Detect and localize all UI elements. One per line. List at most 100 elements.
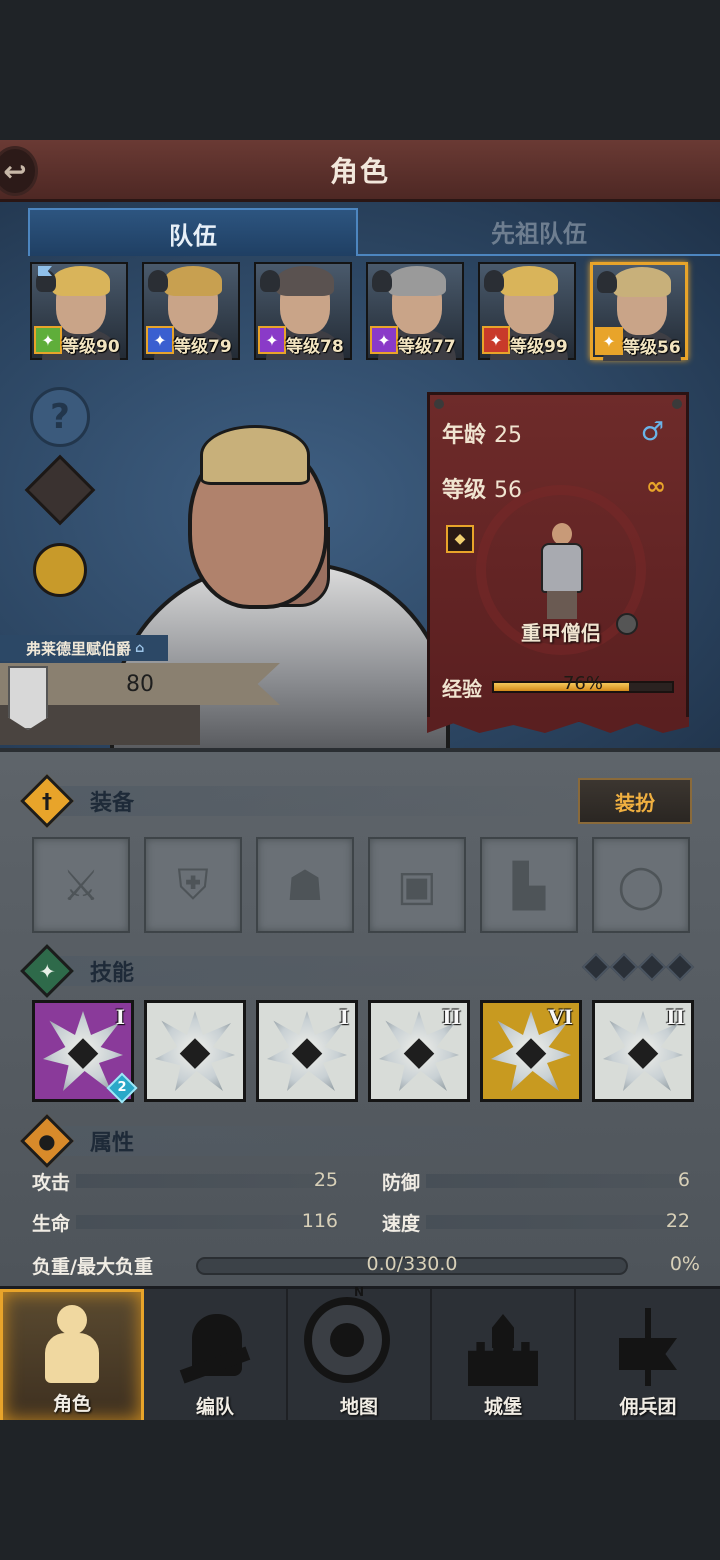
person-icon: ● — [20, 1114, 74, 1168]
member-level: 等级56 — [623, 338, 681, 358]
helmet-team-icon — [179, 1308, 251, 1386]
character-title: 弗莱德里赋伯爵 — [26, 639, 132, 658]
stat-speed: 速度 22 — [382, 1210, 690, 1235]
staff-icon: ✦ — [370, 326, 398, 354]
burst-skill-icon[interactable]: ◆ II — [368, 1000, 470, 1102]
character-name-tag: 弗莱德里赋伯爵 ⌂ — [0, 635, 168, 661]
nav-map[interactable]: N 地图 — [288, 1285, 432, 1423]
shockwave-skill-icon[interactable]: ◆ II — [592, 1000, 694, 1102]
staff-icon: ✦ — [258, 326, 286, 354]
party-member[interactable]: ✦ 等级79 — [142, 262, 240, 360]
character-icon[interactable] — [24, 454, 96, 526]
cross-icon: † — [20, 774, 74, 828]
load-percent: 0% — [669, 1253, 700, 1275]
rank-icon — [260, 270, 280, 292]
skills-header: ✦ 技能 — [20, 944, 135, 998]
class-name: 重甲僧侣 — [521, 621, 601, 645]
details-panel: † 装备 装扮 ⚔ ⛨ ☗ ▣ ▙ ◯ ✦ 技能 ◆ I 2 ◆ ◆ I ◆ II ◆ VI ◆ II… — [0, 748, 720, 1286]
bottom-background — [0, 1420, 720, 1560]
dress-button[interactable]: 装扮 — [578, 778, 692, 824]
armor-slot-icon[interactable]: ▣ — [368, 837, 466, 933]
tab-ancestor-team[interactable]: 先祖队伍 — [358, 208, 720, 256]
load-label: 负重/最大负重 — [32, 1255, 153, 1278]
star-icon: ✦ — [20, 944, 74, 998]
bottom-nav: 角色 编队 N 地图 城堡 佣兵团 — [0, 1285, 720, 1423]
banner-shield-icon — [8, 666, 48, 730]
nav-character[interactable]: 角色 — [0, 1289, 144, 1423]
attributes-title: 属性 — [90, 1131, 135, 1156]
ring-slot-icon[interactable]: ◯ — [592, 837, 690, 933]
rank-icon — [597, 271, 617, 293]
party-member[interactable]: ✦ 等级99 — [478, 262, 576, 360]
tab-team[interactable]: 队伍 — [28, 208, 358, 256]
stat-defense: 防御 6 — [382, 1169, 690, 1194]
exp-label: 经验 — [442, 677, 482, 701]
boots-slot-icon[interactable]: ▙ — [480, 837, 578, 933]
shield-skill-icon[interactable]: ◆ VI — [480, 1000, 582, 1102]
mercenary-banner-icon — [613, 1308, 683, 1386]
skill-rank: I — [339, 1005, 349, 1029]
party-member[interactable]: ✦ 等级78 — [254, 262, 352, 360]
tier-badge: 2 — [106, 1072, 138, 1104]
party-member[interactable]: ✦ 等级56 — [590, 262, 688, 361]
castle-icon — [468, 1308, 538, 1386]
sword-icon: ✦ — [34, 326, 62, 354]
gem-icon — [665, 952, 695, 982]
skill-list: ◆ I 2 ◆ ◆ I ◆ II ◆ VI ◆ II — [32, 1000, 696, 1104]
helmet-slot-icon[interactable]: ☗ — [256, 837, 354, 933]
exp-percent: 76% — [562, 673, 603, 694]
sword-slot-icon[interactable]: ⚔ — [32, 837, 130, 933]
age-row: 年龄 25 — [442, 423, 523, 448]
rank-icon — [372, 270, 392, 292]
stat-attack: 攻击 25 — [32, 1169, 338, 1194]
crystal-heal-skill-icon[interactable]: ◆ — [144, 1000, 246, 1102]
skill-rank: II — [442, 1005, 461, 1029]
back-arrow-icon[interactable]: ↩ — [0, 146, 38, 196]
rank-icon — [148, 270, 168, 292]
character-panel: 队伍 先祖队伍 ✦ 等级90 ✦ 等级79 ✦ 等级78 ✦ 等级77 ✦ 等级99 ✦ 等级56 ?… — [0, 202, 720, 752]
beast-icon: ✦ — [482, 326, 510, 354]
rank-icon — [484, 270, 504, 292]
load-value: 0.0/330.0 — [366, 1253, 458, 1275]
dagger-icon: ✦ — [146, 326, 174, 354]
equipment-slots: ⚔ ⛨ ☗ ▣ ▙ ◯ — [32, 837, 692, 933]
member-level: 等级77 — [398, 337, 456, 357]
stat-hp: 生命 116 — [32, 1210, 338, 1235]
team-tabs: 队伍 先祖队伍 — [28, 208, 720, 256]
party-roster: ✦ 等级90 ✦ 等级79 ✦ 等级78 ✦ 等级77 ✦ 等级99 ✦ 等级56 — [30, 262, 694, 362]
skill-rank: I — [115, 1005, 125, 1029]
home-icon: ⌂ — [135, 640, 145, 656]
shield-icon: ✦ — [595, 327, 623, 355]
nav-mercenary[interactable]: 佣兵团 — [576, 1289, 720, 1423]
equipment-header: † 装备 — [20, 774, 135, 828]
shield-slot-icon[interactable]: ⛨ — [144, 837, 242, 933]
info-banner: 年龄 25 ♂ 等级 56 ∞ ◆ 重甲僧侣 经验 76% — [427, 392, 689, 733]
shield-class-icon: ◆ — [446, 525, 474, 553]
skill-gems — [581, 952, 695, 982]
nav-team[interactable]: 编队 — [144, 1289, 288, 1423]
ring-icon[interactable]: ∞ — [646, 472, 666, 500]
help-icon[interactable]: ? — [30, 387, 90, 447]
male-icon: ♂ — [640, 417, 664, 447]
spear-attack-skill-icon[interactable]: ◆ I 2 — [32, 1000, 138, 1104]
gem-icon — [581, 952, 611, 982]
attributes-header: ● 属性 — [20, 1114, 135, 1168]
skills-title: 技能 — [90, 961, 135, 986]
skill-rank: II — [666, 1005, 685, 1029]
class-figure — [535, 523, 589, 619]
party-member[interactable]: ✦ 等级90 — [30, 262, 128, 360]
crystal-buff-skill-icon[interactable]: ◆ I — [256, 1000, 358, 1102]
compass-icon — [304, 1297, 390, 1383]
equipment-title: 装备 — [90, 791, 135, 816]
party-member[interactable]: ✦ 等级77 — [366, 262, 464, 360]
nav-castle[interactable]: 城堡 — [432, 1289, 576, 1423]
power-value: 80 — [126, 671, 154, 697]
member-level: 等级90 — [62, 337, 120, 357]
top-background — [0, 0, 720, 140]
page-title: 角色 — [329, 154, 390, 188]
title-bar: ↩ 角色 — [0, 140, 720, 202]
potion-icon[interactable] — [30, 540, 90, 600]
gem-icon — [609, 952, 639, 982]
gem-icon — [637, 952, 667, 982]
knight-icon — [37, 1305, 107, 1383]
